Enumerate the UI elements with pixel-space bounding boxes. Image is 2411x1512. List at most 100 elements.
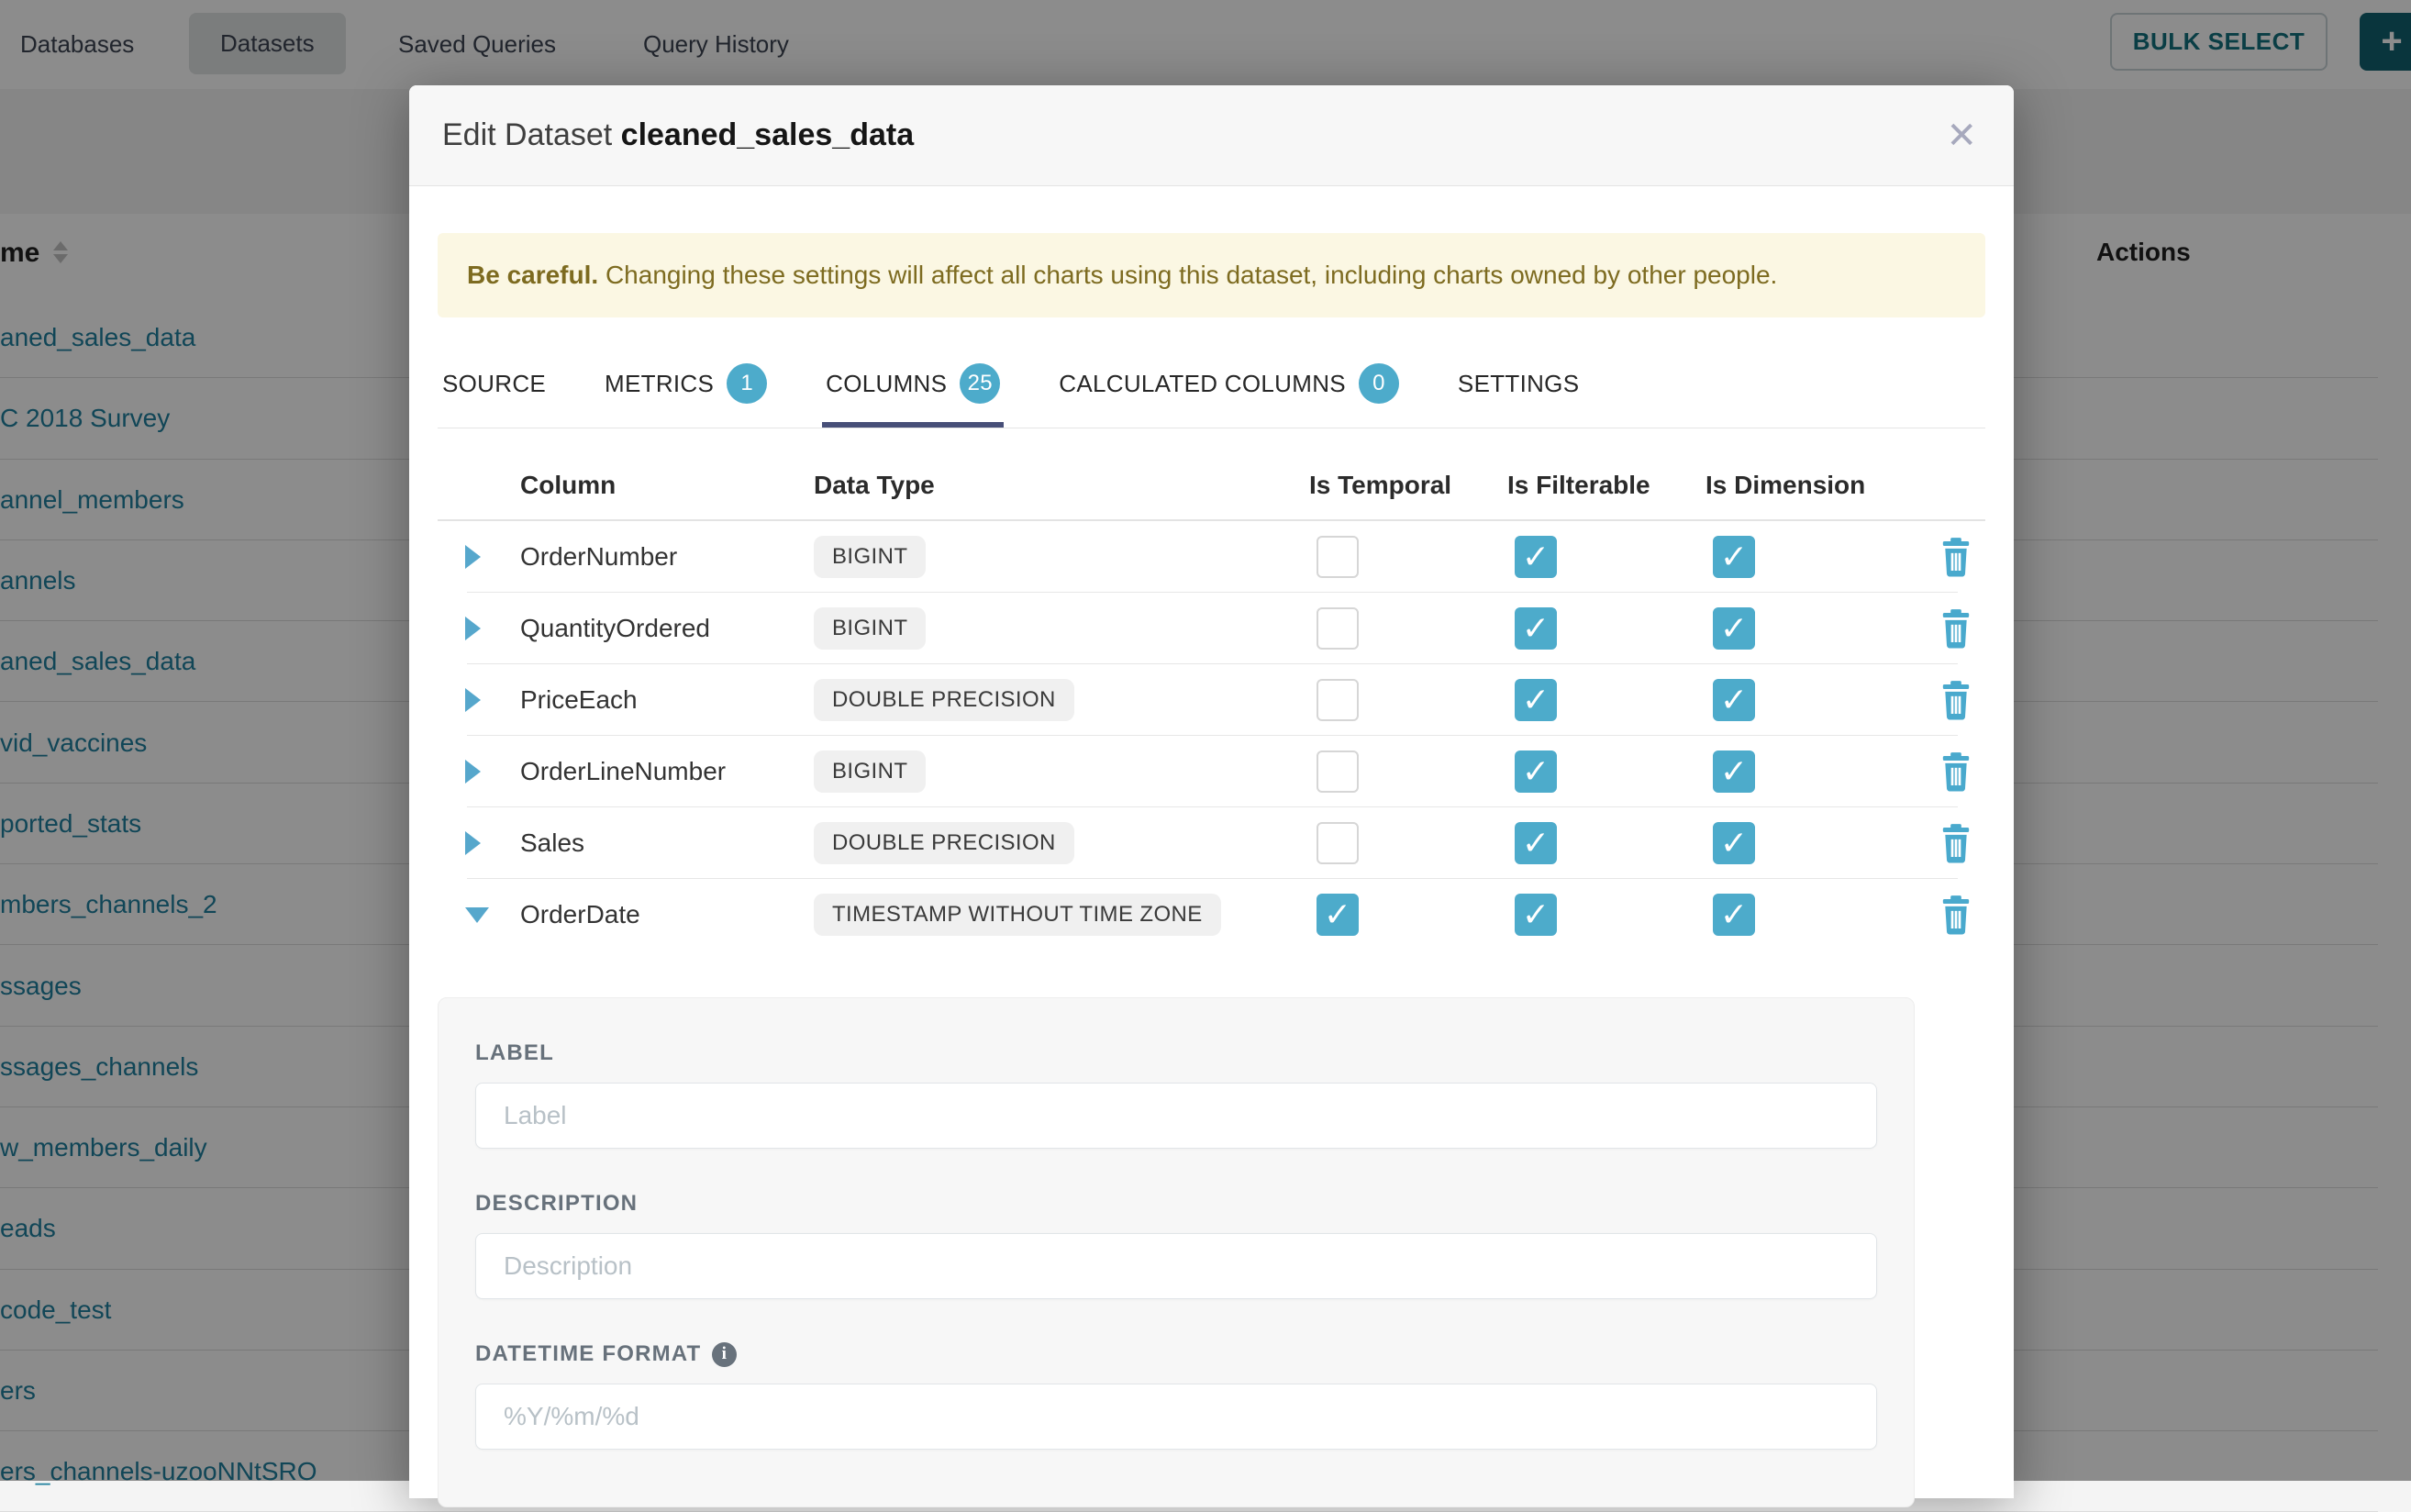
columns-table-header: Column Data Type Is Temporal Is Filterab… bbox=[438, 451, 1985, 521]
table-row: OrderDate TIMESTAMP WITHOUT TIME ZONE ✓ … bbox=[438, 879, 1985, 951]
is-filterable-checkbox[interactable]: ✓ bbox=[1515, 536, 1557, 578]
column-name: OrderDate bbox=[520, 900, 814, 929]
is-dimension-checkbox[interactable]: ✓ bbox=[1713, 536, 1755, 578]
delete-icon[interactable] bbox=[1938, 823, 1974, 863]
modal-body: Be careful. Changing these settings will… bbox=[409, 233, 2014, 1507]
description-heading-text: DESCRIPTION bbox=[475, 1191, 638, 1217]
modal-title-dataset-name: cleaned_sales_data bbox=[621, 117, 914, 152]
label-field-heading: LABEL bbox=[475, 1040, 1877, 1066]
check-icon: ✓ bbox=[1720, 898, 1748, 931]
is-temporal-checkbox[interactable]: ✓ bbox=[1317, 607, 1359, 650]
table-row: OrderLineNumber BIGINT ✓ ✓ ✓ bbox=[438, 736, 1985, 807]
label-heading-text: LABEL bbox=[475, 1040, 554, 1066]
is-temporal-checkbox[interactable]: ✓ bbox=[1317, 894, 1359, 936]
tab-metrics[interactable]: METRICS 1 bbox=[601, 358, 771, 428]
edit-dataset-modal: Edit Dataset cleaned_sales_data ✕ Be car… bbox=[409, 85, 2014, 1498]
check-icon: ✓ bbox=[1720, 612, 1748, 645]
is-temporal-checkbox[interactable]: ✓ bbox=[1317, 750, 1359, 793]
is-dimension-checkbox[interactable]: ✓ bbox=[1713, 750, 1755, 793]
check-icon: ✓ bbox=[1324, 898, 1351, 931]
column-name: Sales bbox=[520, 828, 814, 858]
datetime-format-field-heading: DATETIME FORMAT i bbox=[475, 1341, 1877, 1367]
data-type-chip: TIMESTAMP WITHOUT TIME ZONE bbox=[814, 894, 1221, 936]
data-type-chip: BIGINT bbox=[814, 607, 926, 650]
check-icon: ✓ bbox=[1720, 755, 1748, 788]
check-icon: ✓ bbox=[1522, 827, 1550, 860]
expand-caret-icon[interactable] bbox=[465, 545, 481, 569]
column-name: OrderLineNumber bbox=[520, 757, 814, 786]
description-field-heading: DESCRIPTION bbox=[475, 1191, 1877, 1217]
is-filterable-checkbox[interactable]: ✓ bbox=[1515, 679, 1557, 721]
delete-icon[interactable] bbox=[1938, 895, 1974, 935]
table-row: Sales DOUBLE PRECISION ✓ ✓ ✓ bbox=[438, 807, 1985, 879]
datetime-heading-text: DATETIME FORMAT bbox=[475, 1341, 701, 1367]
is-dimension-checkbox[interactable]: ✓ bbox=[1713, 679, 1755, 721]
warning-text: Changing these settings will affect all … bbox=[598, 261, 1777, 289]
check-icon: ✓ bbox=[1522, 755, 1550, 788]
check-icon: ✓ bbox=[1720, 684, 1748, 717]
column-detail-panel: LABEL DESCRIPTION DATETIME FORMAT i bbox=[438, 997, 1915, 1507]
collapse-caret-icon[interactable] bbox=[465, 907, 489, 923]
is-dimension-checkbox[interactable]: ✓ bbox=[1713, 822, 1755, 864]
tab-label: CALCULATED COLUMNS bbox=[1059, 370, 1346, 398]
tab-label: SETTINGS bbox=[1458, 370, 1579, 398]
delete-icon[interactable] bbox=[1938, 680, 1974, 720]
tab-label: SOURCE bbox=[442, 370, 546, 398]
tab-count-badge: 1 bbox=[727, 363, 767, 404]
is-filterable-checkbox[interactable]: ✓ bbox=[1515, 894, 1557, 936]
data-type-header: Data Type bbox=[814, 471, 1309, 500]
tab-calculated-columns[interactable]: CALCULATED COLUMNS 0 bbox=[1055, 358, 1403, 428]
is-dimension-checkbox[interactable]: ✓ bbox=[1713, 894, 1755, 936]
is-filterable-checkbox[interactable]: ✓ bbox=[1515, 822, 1557, 864]
is-dimension-checkbox[interactable]: ✓ bbox=[1713, 607, 1755, 650]
is-dimension-header: Is Dimension bbox=[1705, 471, 1904, 500]
column-name: QuantityOrdered bbox=[520, 614, 814, 643]
columns-table: Column Data Type Is Temporal Is Filterab… bbox=[438, 451, 1985, 951]
tab-label: METRICS bbox=[605, 370, 714, 398]
data-type-chip: BIGINT bbox=[814, 536, 926, 578]
is-temporal-checkbox[interactable]: ✓ bbox=[1317, 679, 1359, 721]
modal-title-prefix: Edit Dataset bbox=[442, 117, 612, 152]
is-temporal-header: Is Temporal bbox=[1309, 471, 1507, 500]
is-temporal-checkbox[interactable]: ✓ bbox=[1317, 536, 1359, 578]
table-row: PriceEach DOUBLE PRECISION ✓ ✓ ✓ bbox=[438, 664, 1985, 736]
column-name: OrderNumber bbox=[520, 542, 814, 572]
delete-icon[interactable] bbox=[1938, 608, 1974, 649]
modal-tabs: SOURCE METRICS 1 COLUMNS 25 CALCULATED C… bbox=[438, 358, 1985, 428]
check-icon: ✓ bbox=[1720, 827, 1748, 860]
data-type-chip: BIGINT bbox=[814, 750, 926, 793]
data-type-chip: DOUBLE PRECISION bbox=[814, 679, 1074, 721]
datetime-format-input[interactable] bbox=[475, 1384, 1877, 1450]
close-icon[interactable]: ✕ bbox=[1946, 117, 1977, 154]
tab-label: COLUMNS bbox=[826, 370, 947, 398]
expand-caret-icon[interactable] bbox=[465, 760, 481, 784]
table-row: QuantityOrdered BIGINT ✓ ✓ ✓ bbox=[438, 593, 1985, 664]
expand-caret-icon[interactable] bbox=[465, 617, 481, 640]
tab-count-badge: 25 bbox=[960, 363, 1000, 404]
expand-caret-icon[interactable] bbox=[465, 688, 481, 712]
modal-header: Edit Dataset cleaned_sales_data ✕ bbox=[409, 85, 2014, 186]
is-temporal-checkbox[interactable]: ✓ bbox=[1317, 822, 1359, 864]
is-filterable-checkbox[interactable]: ✓ bbox=[1515, 750, 1557, 793]
is-filterable-checkbox[interactable]: ✓ bbox=[1515, 607, 1557, 650]
is-filterable-header: Is Filterable bbox=[1507, 471, 1705, 500]
check-icon: ✓ bbox=[1522, 684, 1550, 717]
info-icon[interactable]: i bbox=[712, 1342, 737, 1367]
expand-caret-icon[interactable] bbox=[465, 831, 481, 855]
tab-count-badge: 0 bbox=[1359, 363, 1399, 404]
warning-bold-text: Be careful. bbox=[467, 261, 598, 289]
column-header: Column bbox=[520, 471, 814, 500]
warning-banner: Be careful. Changing these settings will… bbox=[438, 233, 1985, 317]
data-type-chip: DOUBLE PRECISION bbox=[814, 822, 1074, 864]
delete-icon[interactable] bbox=[1938, 537, 1974, 577]
description-input[interactable] bbox=[475, 1233, 1877, 1299]
check-icon: ✓ bbox=[1522, 540, 1550, 573]
tab-settings[interactable]: SETTINGS bbox=[1454, 358, 1583, 428]
column-name: PriceEach bbox=[520, 685, 814, 715]
tab-source[interactable]: SOURCE bbox=[439, 358, 550, 428]
label-input[interactable] bbox=[475, 1083, 1877, 1149]
check-icon: ✓ bbox=[1522, 612, 1550, 645]
delete-icon[interactable] bbox=[1938, 751, 1974, 792]
check-icon: ✓ bbox=[1720, 540, 1748, 573]
tab-columns[interactable]: COLUMNS 25 bbox=[822, 358, 1004, 428]
